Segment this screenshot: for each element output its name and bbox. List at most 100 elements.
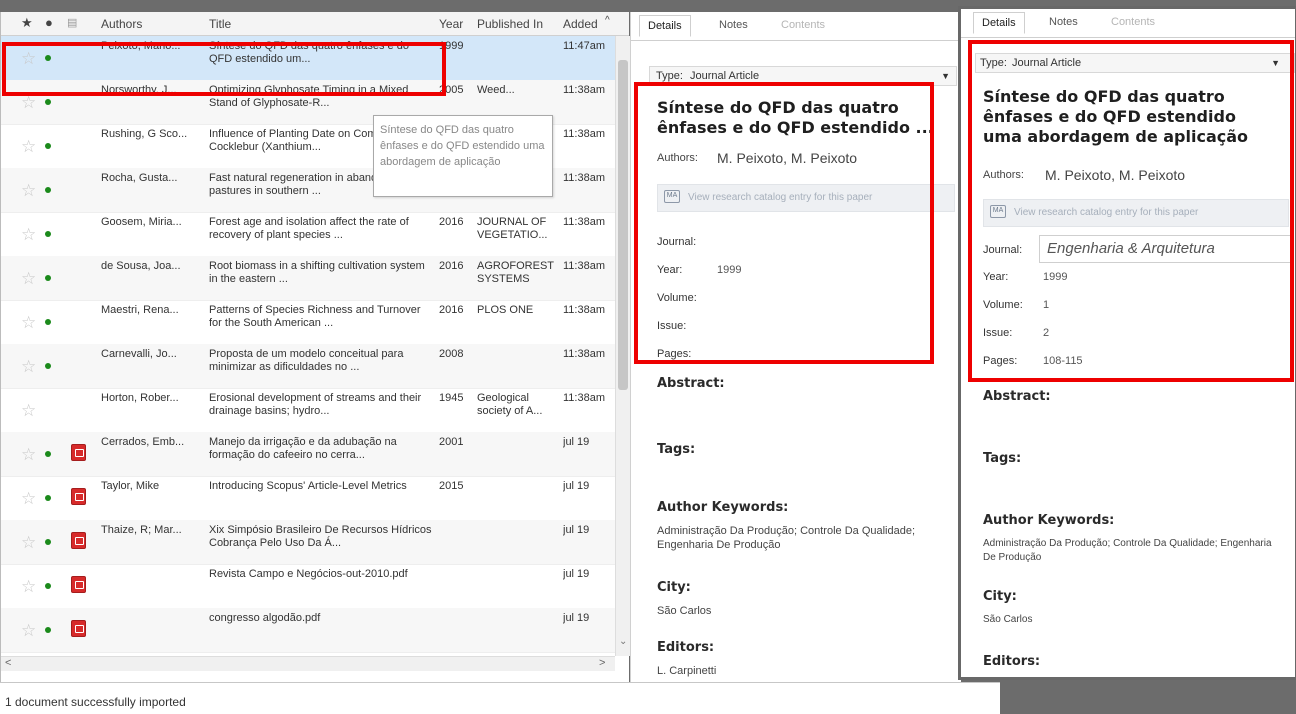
unread-dot-icon[interactable]: [45, 275, 51, 281]
unread-dot-icon[interactable]: [45, 143, 51, 149]
zoom-field-value[interactable]: 2: [1043, 327, 1049, 339]
unread-dot-icon[interactable]: [45, 627, 51, 633]
authors-value[interactable]: M. Peixoto, M. Peixoto: [717, 150, 857, 166]
catalog-entry-button[interactable]: MA View research catalog entry for this …: [657, 184, 955, 212]
tab-contents[interactable]: Contents: [781, 19, 825, 31]
unread-dot-icon[interactable]: [45, 451, 51, 457]
list-vertical-scrollbar[interactable]: ⌄: [615, 36, 630, 656]
column-title[interactable]: Title: [209, 17, 409, 31]
scroll-down-arrow-icon[interactable]: ⌄: [619, 636, 627, 647]
zoom-tab-contents[interactable]: Contents: [1111, 16, 1155, 28]
unread-dot-icon[interactable]: [45, 495, 51, 501]
star-icon[interactable]: ☆: [21, 138, 36, 155]
row-year: 1999: [439, 40, 464, 52]
zoom-field-label: Issue:: [983, 327, 1013, 339]
pdf-icon[interactable]: [71, 532, 86, 549]
star-icon[interactable]: ☆: [21, 622, 36, 639]
star-icon[interactable]: ☆: [21, 578, 36, 595]
row-authors: Cerrados, Emb...: [101, 436, 185, 448]
tab-details[interactable]: Details: [639, 15, 691, 37]
unread-dot-icon[interactable]: [45, 363, 51, 369]
read-status-column-icon[interactable]: ●: [45, 15, 53, 30]
field-value[interactable]: 1999: [717, 264, 741, 276]
unread-dot-icon[interactable]: [45, 55, 51, 61]
keywords-value[interactable]: Administração Da Produção; Controle Da Q…: [657, 524, 927, 552]
sort-arrow-icon[interactable]: ^: [605, 15, 610, 26]
star-icon[interactable]: ☆: [21, 402, 36, 419]
table-row[interactable]: ☆ Thaize, R; Mar... Xix Simpósio Brasileir…: [1, 520, 615, 565]
table-row[interactable]: ☆ congresso algodão.pdf jul 19: [1, 608, 615, 653]
unread-dot-icon[interactable]: [45, 539, 51, 545]
zoom-keywords-value[interactable]: Administração Da Produção; Controle Da Q…: [983, 537, 1273, 565]
table-row[interactable]: ☆ Maestri, Rena... Patterns of Species Ric…: [1, 300, 615, 345]
star-icon[interactable]: ☆: [21, 358, 36, 375]
document-title[interactable]: Síntese do QFD das quatro ênfases e do Q…: [657, 98, 957, 138]
table-row[interactable]: ☆ Cerrados, Emb... Manejo da irrigação e d…: [1, 432, 615, 477]
tab-notes[interactable]: Notes: [719, 19, 748, 31]
table-row[interactable]: ☆ Taylor, Mike Introducing Scopus' Article…: [1, 476, 615, 521]
unread-dot-icon[interactable]: [45, 319, 51, 325]
star-icon[interactable]: ☆: [21, 226, 36, 243]
row-authors: Peixoto, Mano...: [101, 40, 181, 52]
scroll-right-icon[interactable]: >: [599, 657, 605, 669]
star-icon[interactable]: ☆: [21, 314, 36, 331]
zoom-field-value[interactable]: 108-115: [1043, 355, 1083, 367]
row-year: 2016: [439, 304, 464, 316]
star-icon[interactable]: ☆: [21, 534, 36, 551]
city-label: City:: [657, 580, 691, 595]
star-icon[interactable]: ☆: [21, 490, 36, 507]
zoom-field-value[interactable]: 1: [1043, 299, 1049, 311]
pdf-icon[interactable]: [71, 620, 86, 637]
pdf-icon[interactable]: [71, 488, 86, 505]
column-published-in[interactable]: Published In: [477, 17, 557, 31]
table-row[interactable]: ☆ Carnevalli, Jo... Proposta de um modelo …: [1, 344, 615, 389]
scroll-left-icon[interactable]: <: [5, 657, 11, 669]
row-year: 2001: [439, 436, 464, 448]
unread-dot-icon[interactable]: [45, 583, 51, 589]
row-added: 11:38am: [563, 392, 605, 404]
row-published-in: JOURNAL OF VEGETATIO...: [477, 216, 548, 241]
star-icon[interactable]: ☆: [21, 94, 36, 111]
row-published-in: Weed...: [477, 84, 515, 96]
table-row[interactable]: ☆ Revista Campo e Negócios-out-2010.pdf ju…: [1, 564, 615, 609]
city-value[interactable]: São Carlos: [657, 604, 711, 618]
zoom-type-value: Journal Article: [1012, 57, 1082, 69]
pdf-icon[interactable]: [71, 444, 86, 461]
row-added: 11:38am: [563, 304, 605, 316]
table-row[interactable]: ☆ Goosem, Miria... Forest age and isolatio…: [1, 212, 615, 257]
star-icon[interactable]: ☆: [21, 446, 36, 463]
column-added[interactable]: Added: [563, 17, 603, 31]
row-added: jul 19: [563, 568, 590, 580]
table-row[interactable]: ☆ Peixoto, Mano... Síntese do QFD das quat…: [1, 36, 615, 81]
type-select[interactable]: Type: Journal Article ▼: [649, 66, 957, 86]
star-icon[interactable]: ☆: [21, 182, 36, 199]
editors-value[interactable]: L. Carpinetti: [657, 664, 716, 678]
table-row[interactable]: ☆ de Sousa, Joa... Root biomass in a shift…: [1, 256, 615, 301]
zoom-document-title[interactable]: Síntese do QFD das quatro ênfases e do Q…: [983, 87, 1273, 147]
favorite-column-icon[interactable]: ★: [21, 15, 33, 31]
zoom-tab-details[interactable]: Details: [973, 12, 1025, 34]
row-added: 11:38am: [563, 216, 605, 228]
zoom-tab-notes[interactable]: Notes: [1049, 16, 1078, 28]
zoom-field-value[interactable]: 1999: [1043, 271, 1067, 283]
zoom-catalog-entry-button[interactable]: MA View research catalog entry for this …: [983, 199, 1289, 227]
zoom-type-select[interactable]: Type: Journal Article ▼: [975, 53, 1295, 73]
unread-dot-icon[interactable]: [45, 99, 51, 105]
table-row[interactable]: ☆ Horton, Rober... Erosional development o…: [1, 388, 615, 433]
scroll-thumb[interactable]: [618, 60, 628, 390]
list-horizontal-scrollbar[interactable]: < >: [1, 656, 615, 671]
unread-dot-icon[interactable]: [45, 187, 51, 193]
row-authors: Rushing, G Sco...: [101, 128, 188, 140]
zoom-journal-value: Engenharia & Arquitetura: [1047, 240, 1215, 257]
row-added: 11:38am: [563, 260, 605, 272]
star-icon[interactable]: ☆: [21, 50, 36, 67]
attachment-column-icon[interactable]: ▤: [67, 16, 77, 29]
star-icon[interactable]: ☆: [21, 270, 36, 287]
zoom-journal-field[interactable]: Engenharia & Arquitetura: [1039, 235, 1293, 263]
unread-dot-icon[interactable]: [45, 231, 51, 237]
column-year[interactable]: Year: [439, 17, 469, 31]
pdf-icon[interactable]: [71, 576, 86, 593]
column-authors[interactable]: Authors: [101, 17, 196, 31]
zoom-authors-value[interactable]: M. Peixoto, M. Peixoto: [1045, 167, 1185, 183]
zoom-city-value[interactable]: São Carlos: [983, 613, 1032, 627]
